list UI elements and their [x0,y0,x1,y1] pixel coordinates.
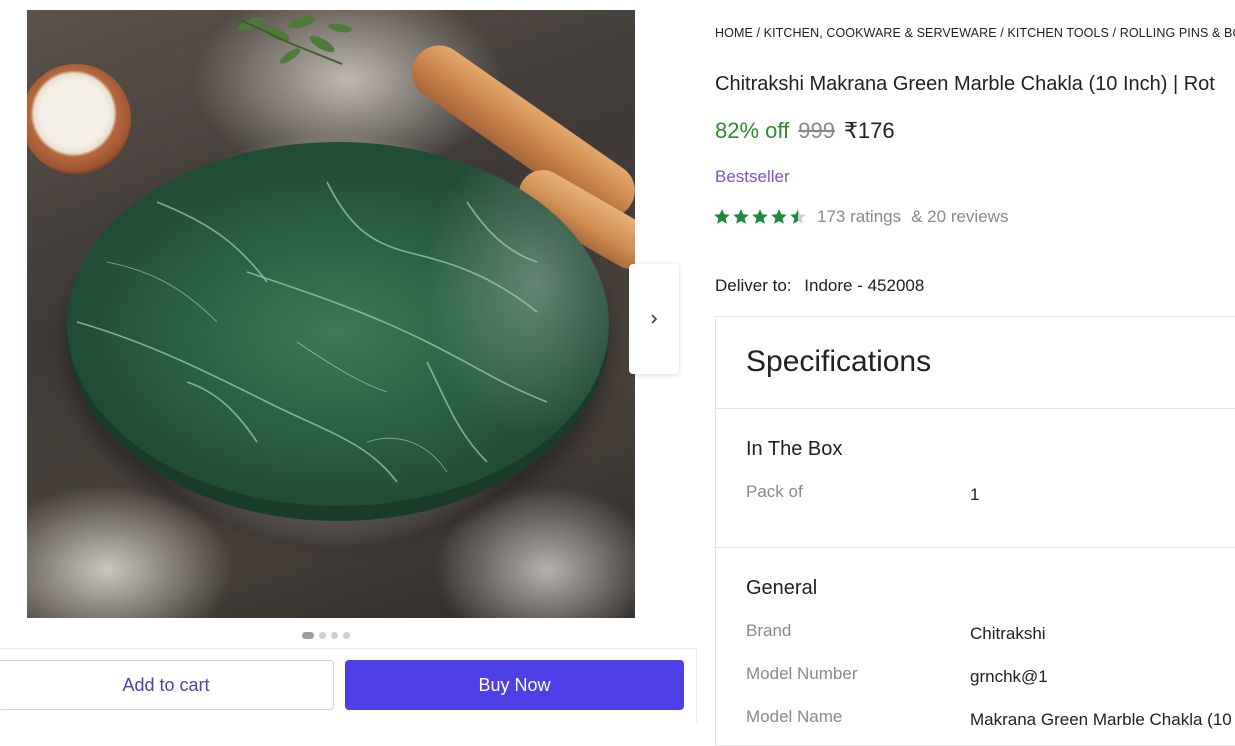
breadcrumb: HOME / KITCHEN, COOKWARE & SERVEWARE / K… [715,26,1235,40]
specifications-header: Specifications [716,317,1235,409]
spec-key: Model Name [746,707,843,726]
bestseller-badge: Bestseller [715,167,790,186]
carousel-dots [302,632,350,639]
product-title: Chitrakshi Makrana Green Marble Chakla (… [715,73,1215,95]
selling-price: ₹176 [843,118,895,143]
discount-label: 82% off [715,118,790,143]
breadcrumb-item[interactable]: HOME [715,26,753,40]
star-icon [714,209,730,224]
original-price: 999 [798,118,835,143]
action-bar: Add to cart Buy Now [0,648,697,723]
spec-value: Makrana Green Marble Chakla (10 [970,710,1232,729]
carousel-dot[interactable] [331,632,338,639]
deliver-location-value[interactable]: Indore - 452008 [804,276,924,295]
spec-value: grnchk@1 [970,667,1048,686]
price-row: 82% off 999 ₹176 [715,118,895,144]
spec-section-title: General [746,577,818,599]
carousel-dot[interactable] [343,632,350,639]
spec-value: Chitrakshi [970,624,1046,643]
marble-board-surface [67,142,609,506]
delivery-location: Deliver to: Indore - 452008 [715,276,924,296]
breadcrumb-item[interactable]: KITCHEN, COOKWARE & SERVEWARE [764,26,997,40]
specifications-card: Specifications In The Box Pack of 1 Gene… [715,316,1235,746]
reviews-count: & 20 reviews [911,207,1009,226]
chevron-right-icon [651,314,658,324]
spec-value: 1 [970,485,980,504]
rating-row[interactable]: 173 ratings & 20 reviews [713,207,1008,227]
carousel-dot[interactable] [319,632,326,639]
star-icon [752,209,768,224]
star-rating [713,208,807,226]
spec-key: Brand [746,621,792,640]
marble-veins [76,181,548,483]
add-to-cart-button[interactable]: Add to cart [0,660,334,710]
star-icon [771,209,787,224]
spec-key: Model Number [746,664,858,683]
spec-section-title: In The Box [746,438,843,460]
ratings-count: 173 ratings [817,207,902,226]
section-divider [716,547,1235,548]
deliver-label: Deliver to: [715,276,792,295]
star-icon [733,209,749,224]
buy-now-button[interactable]: Buy Now [345,660,684,710]
breadcrumb-separator: / [756,26,761,40]
herbs-graphic [231,15,352,65]
carousel-next-button[interactable] [629,264,679,374]
star-icon [790,209,806,224]
breadcrumb-separator: / [1000,26,1004,40]
carousel-dot[interactable] [302,632,314,639]
breadcrumb-item[interactable]: KITCHEN TOOLS [1007,26,1109,40]
specifications-title: Specifications [746,345,932,378]
breadcrumb-separator: / [1112,26,1117,40]
breadcrumb-item[interactable]: ROLLING PINS & BOA [1120,26,1235,40]
product-image[interactable] [27,10,635,618]
spec-key: Pack of [746,482,803,501]
